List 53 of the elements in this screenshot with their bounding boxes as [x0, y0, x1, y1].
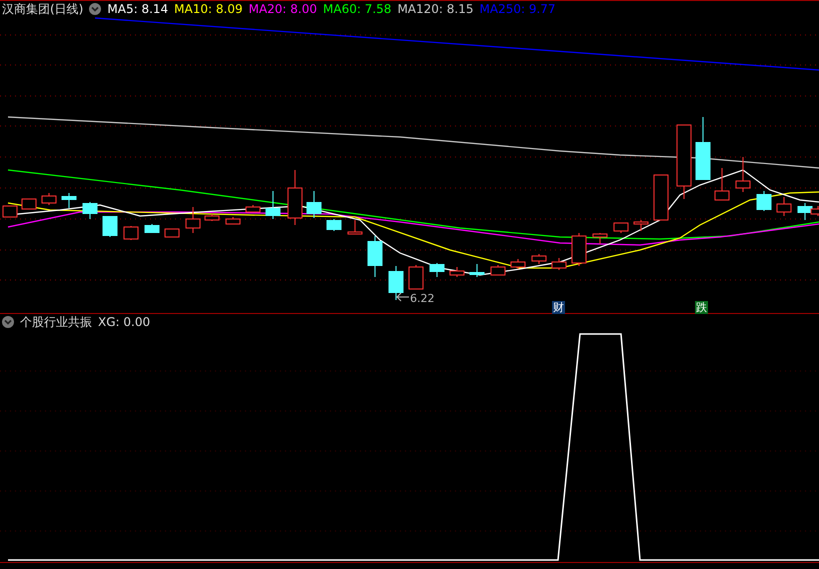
event-marker[interactable]: 财: [552, 301, 565, 314]
candlestick: [124, 226, 138, 240]
arrow-icon: [396, 292, 410, 302]
candlestick: [634, 220, 648, 232]
indicator-name: 个股行业共振: [20, 314, 92, 330]
candlestick: [430, 262, 444, 278]
candlestick: [696, 116, 710, 180]
candlestick: [736, 156, 750, 192]
moving-average-reading: MA20: 8.00: [248, 2, 318, 16]
candlestick: [368, 236, 382, 278]
collapse-icon[interactable]: [89, 3, 102, 15]
candlestick: [450, 266, 464, 278]
moving-average-reading: MA120: 8.15: [397, 2, 474, 16]
candlestick: [144, 224, 160, 234]
indicator-reading: XG: 0.00: [98, 315, 150, 329]
low-price-label: 6.22: [410, 292, 434, 305]
candlestick: [306, 190, 322, 218]
candlestick: [572, 232, 586, 266]
candlestick: [510, 258, 526, 270]
candlestick: [42, 192, 56, 206]
candlestick: [204, 214, 220, 222]
candlestick: [756, 190, 772, 212]
candlestick: [22, 198, 36, 210]
candlestick: [490, 264, 506, 276]
candlestick: [82, 202, 98, 220]
chart-title: 汉商集团(日线): [2, 0, 84, 18]
candlestick: [326, 218, 342, 232]
candlestick: [2, 206, 18, 218]
moving-average-reading: MA60: 7.58: [323, 2, 392, 16]
candlestick: [654, 174, 668, 220]
candlestick: [552, 258, 566, 270]
candlestick: [186, 206, 200, 234]
moving-average-reading: MA250: 9.77: [480, 2, 556, 16]
candlestick: [532, 254, 546, 264]
candlestick: [102, 216, 118, 238]
candlestick: [388, 266, 404, 300]
candlestick: [592, 232, 608, 244]
candlestick: [62, 192, 76, 208]
candlestick: [266, 190, 280, 220]
candlestick: [288, 170, 302, 226]
candlestick: [164, 228, 180, 238]
candlestick: [470, 264, 484, 278]
collapse-icon[interactable]: [2, 316, 14, 328]
candlestick: [226, 216, 240, 224]
candlestick: [408, 264, 424, 290]
candlestick: [776, 196, 792, 216]
moving-average-reading: MA10: 8.09: [174, 2, 243, 16]
candlestick: [714, 168, 730, 200]
candlestick: [348, 220, 362, 234]
moving-average-reading: MA5: 8.14: [107, 2, 168, 16]
event-marker[interactable]: 跌: [695, 301, 708, 314]
candlestick: [614, 222, 628, 234]
candlestick: [246, 204, 260, 212]
